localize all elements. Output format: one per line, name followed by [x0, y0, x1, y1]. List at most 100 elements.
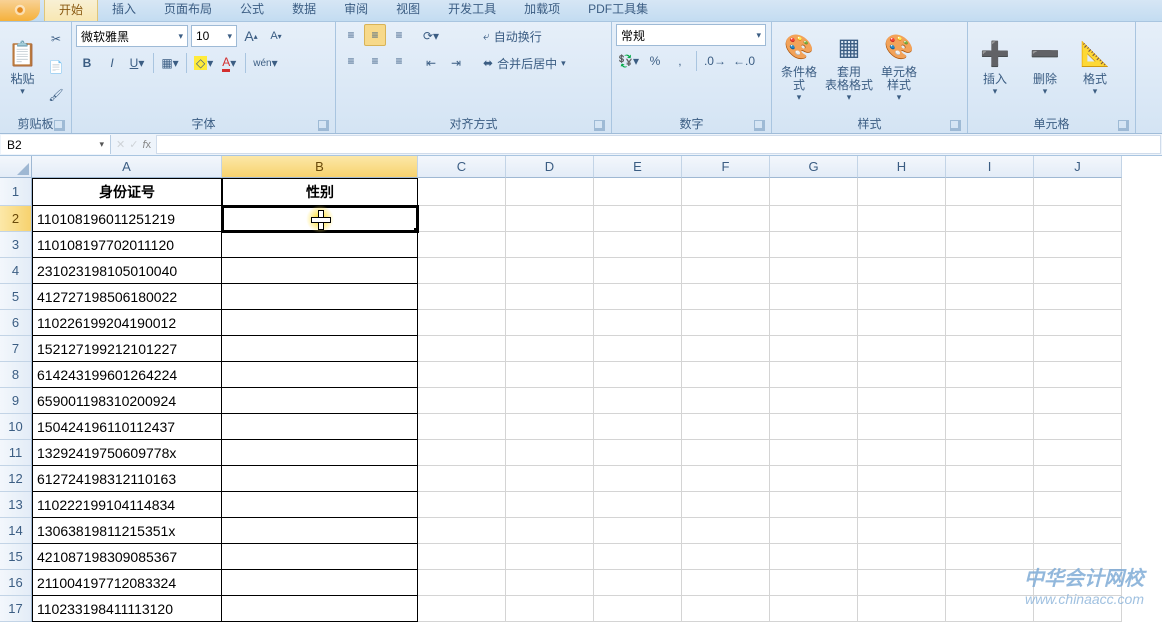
- colhead-A[interactable]: A: [32, 156, 222, 178]
- colhead-J[interactable]: J: [1034, 156, 1122, 178]
- increase-decimal[interactable]: .0→: [702, 50, 728, 72]
- cell-H16[interactable]: [858, 570, 946, 596]
- cell-H6[interactable]: [858, 310, 946, 336]
- cell-G5[interactable]: [770, 284, 858, 310]
- cell-B11[interactable]: [222, 440, 418, 466]
- underline-button[interactable]: U▾: [126, 52, 148, 74]
- cell-E13[interactable]: [594, 492, 682, 518]
- cell-D10[interactable]: [506, 414, 594, 440]
- enter-icon[interactable]: ✓: [129, 138, 138, 151]
- cell-D8[interactable]: [506, 362, 594, 388]
- cell-B13[interactable]: [222, 492, 418, 518]
- bold-button[interactable]: B: [76, 52, 98, 74]
- orientation-button[interactable]: ⟳▾: [420, 25, 442, 47]
- formula-input[interactable]: [156, 135, 1161, 154]
- grow-font-button[interactable]: A▴: [240, 25, 262, 47]
- cell-F11[interactable]: [682, 440, 770, 466]
- cell-A3[interactable]: 110108197702011120: [32, 232, 222, 258]
- cell-D13[interactable]: [506, 492, 594, 518]
- cell-A10[interactable]: 150424196110112437: [32, 414, 222, 440]
- cell-B15[interactable]: [222, 544, 418, 570]
- cell-C8[interactable]: [418, 362, 506, 388]
- cell-A5[interactable]: 412727198506180022: [32, 284, 222, 310]
- cell-F7[interactable]: [682, 336, 770, 362]
- colhead-D[interactable]: D: [506, 156, 594, 178]
- border-button[interactable]: ▦▾: [159, 52, 181, 74]
- rowhead-11[interactable]: 11: [0, 440, 32, 466]
- cell-B1[interactable]: 性别: [222, 178, 418, 206]
- rowhead-3[interactable]: 3: [0, 232, 32, 258]
- cell-C17[interactable]: [418, 596, 506, 622]
- cell-E8[interactable]: [594, 362, 682, 388]
- font-name-combo[interactable]: 微软雅黑▾: [76, 25, 188, 47]
- cell-E2[interactable]: [594, 206, 682, 232]
- rowhead-16[interactable]: 16: [0, 570, 32, 596]
- cell-A11[interactable]: 13292419750609778x: [32, 440, 222, 466]
- rowhead-8[interactable]: 8: [0, 362, 32, 388]
- cell-J1[interactable]: [1034, 178, 1122, 206]
- percent-button[interactable]: %: [644, 50, 666, 72]
- cell-G11[interactable]: [770, 440, 858, 466]
- cell-G15[interactable]: [770, 544, 858, 570]
- cell-I3[interactable]: [946, 232, 1034, 258]
- cell-F14[interactable]: [682, 518, 770, 544]
- cell-J16[interactable]: [1034, 570, 1122, 596]
- font-size-combo[interactable]: 10▾: [191, 25, 237, 47]
- cell-E3[interactable]: [594, 232, 682, 258]
- cell-H7[interactable]: [858, 336, 946, 362]
- fill-color-button[interactable]: ◇▾: [192, 52, 215, 74]
- cell-B16[interactable]: [222, 570, 418, 596]
- tab-开发工具[interactable]: 开发工具: [434, 0, 510, 21]
- office-button[interactable]: [0, 0, 40, 21]
- cell-A4[interactable]: 231023198105010040: [32, 258, 222, 284]
- cell-H13[interactable]: [858, 492, 946, 518]
- cell-I9[interactable]: [946, 388, 1034, 414]
- cell-F9[interactable]: [682, 388, 770, 414]
- tab-开始[interactable]: 开始: [44, 0, 98, 21]
- cell-D5[interactable]: [506, 284, 594, 310]
- cell-H9[interactable]: [858, 388, 946, 414]
- cell-I16[interactable]: [946, 570, 1034, 596]
- cell-D3[interactable]: [506, 232, 594, 258]
- cell-G14[interactable]: [770, 518, 858, 544]
- cell-D1[interactable]: [506, 178, 594, 206]
- cell-A13[interactable]: 110222199104114834: [32, 492, 222, 518]
- format-painter-button[interactable]: 🖌: [45, 84, 67, 106]
- cell-F16[interactable]: [682, 570, 770, 596]
- cell-C14[interactable]: [418, 518, 506, 544]
- cell-G1[interactable]: [770, 178, 858, 206]
- cell-A9[interactable]: 659001198310200924: [32, 388, 222, 414]
- cell-E6[interactable]: [594, 310, 682, 336]
- cell-J14[interactable]: [1034, 518, 1122, 544]
- cell-E12[interactable]: [594, 466, 682, 492]
- cell-G13[interactable]: [770, 492, 858, 518]
- cancel-icon[interactable]: ✕: [116, 138, 125, 151]
- cell-G17[interactable]: [770, 596, 858, 622]
- cell-C2[interactable]: [418, 206, 506, 232]
- cell-A16[interactable]: 211004197712083324: [32, 570, 222, 596]
- cell-B8[interactable]: [222, 362, 418, 388]
- cell-G7[interactable]: [770, 336, 858, 362]
- tab-审阅[interactable]: 审阅: [330, 0, 382, 21]
- cell-A15[interactable]: 421087198309085367: [32, 544, 222, 570]
- cell-H8[interactable]: [858, 362, 946, 388]
- cell-F2[interactable]: [682, 206, 770, 232]
- cell-D11[interactable]: [506, 440, 594, 466]
- cell-H4[interactable]: [858, 258, 946, 284]
- cell-I6[interactable]: [946, 310, 1034, 336]
- cell-B14[interactable]: [222, 518, 418, 544]
- wrap-text-button[interactable]: ⤶自动换行: [477, 24, 572, 48]
- cell-C10[interactable]: [418, 414, 506, 440]
- cell-C15[interactable]: [418, 544, 506, 570]
- cell-B3[interactable]: [222, 232, 418, 258]
- cell-D7[interactable]: [506, 336, 594, 362]
- cell-A14[interactable]: 13063819811215351x: [32, 518, 222, 544]
- cell-F4[interactable]: [682, 258, 770, 284]
- shrink-font-button[interactable]: A▾: [265, 25, 287, 47]
- cell-J4[interactable]: [1034, 258, 1122, 284]
- cell-F13[interactable]: [682, 492, 770, 518]
- paste-button[interactable]: 📋 粘贴: [4, 24, 41, 108]
- cell-F1[interactable]: [682, 178, 770, 206]
- tab-插入[interactable]: 插入: [98, 0, 150, 21]
- select-all-corner[interactable]: [0, 156, 32, 178]
